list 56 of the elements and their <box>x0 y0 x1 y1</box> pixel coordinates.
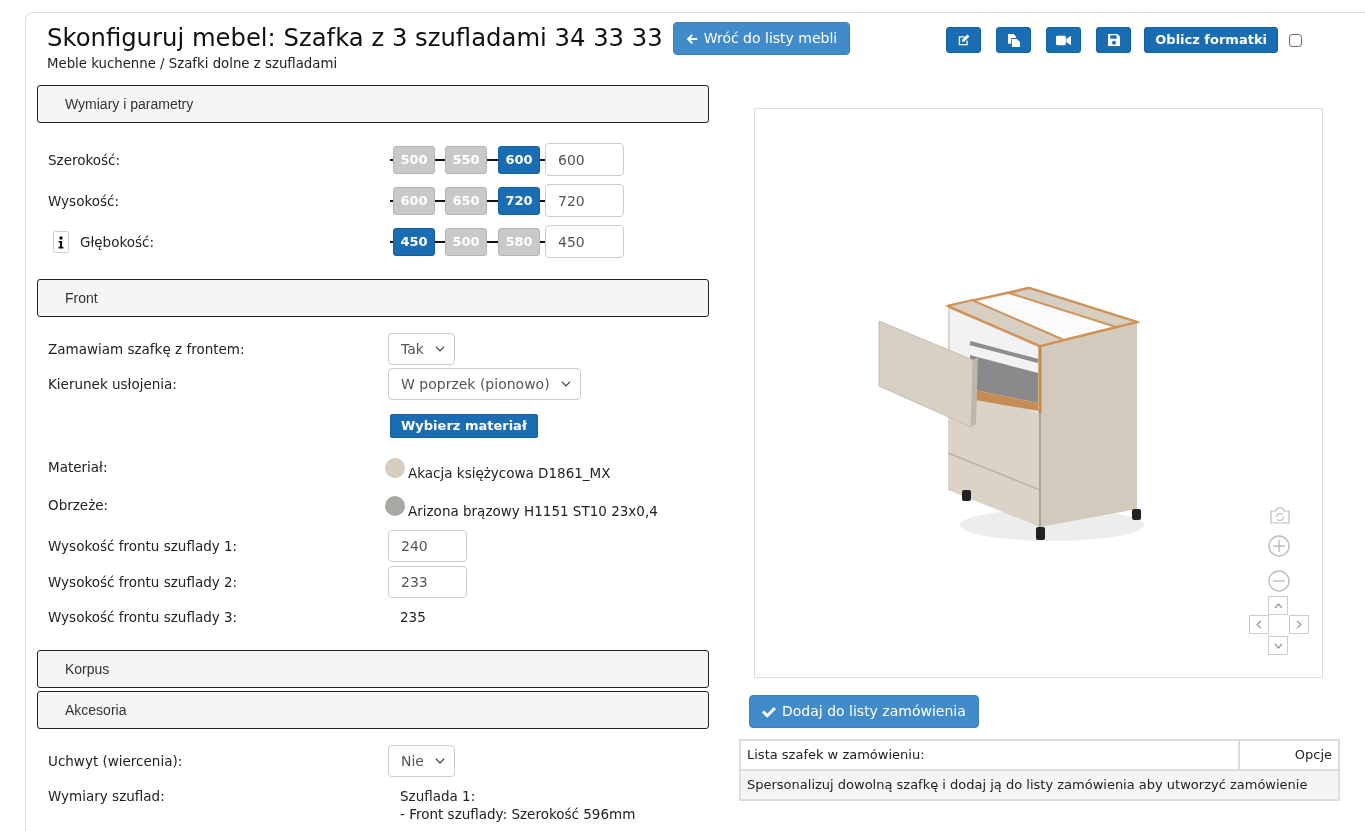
dimension-text: Szuflada 1: <box>400 787 477 805</box>
chevron-left-icon <box>1256 620 1262 629</box>
chevron-up-icon <box>1273 602 1283 609</box>
checkbox[interactable] <box>1289 33 1302 47</box>
field-label: Wysokość frontu szuflady 3: <box>48 608 238 626</box>
dropdown[interactable]: Nie <box>388 745 455 777</box>
material-name: Arizona brązowy H1151 ST10 23x0,4 <box>408 502 658 520</box>
size-option-button[interactable]: 450 <box>393 227 435 256</box>
choose-material-button[interactable]: Wybierz materiał <box>390 414 538 438</box>
video-camera-icon <box>1056 34 1072 46</box>
field-label: Szerokość: <box>48 150 121 169</box>
field-label: Wysokość frontu szuflady 2: <box>48 573 238 591</box>
field-label: Wymiary szuflad: <box>48 787 165 805</box>
copy-button[interactable] <box>996 27 1032 53</box>
video-button[interactable] <box>1046 27 1082 53</box>
field-label: Głębokość: <box>80 232 155 251</box>
height-input[interactable]: 233 <box>388 566 467 598</box>
section-header[interactable]: Korpus <box>37 650 709 688</box>
breadcrumb-text: Meble kuchenne / Szafki dolne z szufladami <box>47 56 339 72</box>
section-header[interactable]: Wymiary i parametry <box>37 85 709 123</box>
field-label: Materiał: <box>48 458 108 476</box>
field-label: Wysokość frontu szuflady 1: <box>48 537 238 555</box>
documents-icon <box>1007 33 1020 47</box>
back-button[interactable]: Wróć do listy mebli <box>672 22 851 55</box>
field-label: Zamawiam szafkę z frontem: <box>48 340 245 358</box>
size-input[interactable]: 450 <box>545 225 624 258</box>
edit-button[interactable] <box>946 27 982 53</box>
check-icon <box>762 705 776 718</box>
zoom-in-icon <box>1268 535 1290 557</box>
size-input[interactable]: 720 <box>545 184 624 217</box>
zoom-out-icon <box>1268 570 1290 592</box>
empty-list-message: Spersonalizuj dowolną szafkę i dodaj ją do listy zamówienia aby utworzyć zamówienie <box>740 770 1339 800</box>
calculate-button[interactable]: Oblicz formatki <box>1144 27 1278 53</box>
camera-icon <box>1270 507 1290 524</box>
save-button[interactable] <box>1096 27 1132 53</box>
material-name: Akacja księżycowa D1861_MX <box>408 464 611 482</box>
dropdown[interactable]: Tak <box>388 333 455 365</box>
size-option-button[interactable]: 720 <box>498 186 540 215</box>
add-to-order-button[interactable]: Dodaj do listy zamówienia <box>749 695 979 728</box>
dropdown[interactable]: W poprzek (pionowo) <box>388 368 581 400</box>
field-label: Kierunek usłojenia: <box>48 375 177 393</box>
page-title: Skonfiguruj mebel: Szafka z 3 szufladami 34 33 33 <box>47 23 663 53</box>
table-header: Lista szafek w zamówieniu: <box>740 740 1239 770</box>
section-header[interactable]: Front <box>37 279 709 317</box>
dimension-text: - Front szuflady: Szerokość 596mm <box>400 805 636 823</box>
chevron-down-icon <box>1273 642 1283 649</box>
field-label: Obrzeże: <box>48 496 109 514</box>
field-label: Wysokość: <box>48 191 119 210</box>
chevron-right-icon <box>1296 620 1302 629</box>
field-value: 235 <box>399 608 426 626</box>
arrow-left-icon <box>685 32 698 45</box>
field-label: Uchwyt (wiercenia): <box>48 752 183 770</box>
height-input[interactable]: 240 <box>388 530 467 562</box>
section-header[interactable]: Akcesoria <box>37 691 709 729</box>
size-input[interactable]: 600 <box>545 143 624 176</box>
size-option-button[interactable]: 600 <box>498 145 540 174</box>
